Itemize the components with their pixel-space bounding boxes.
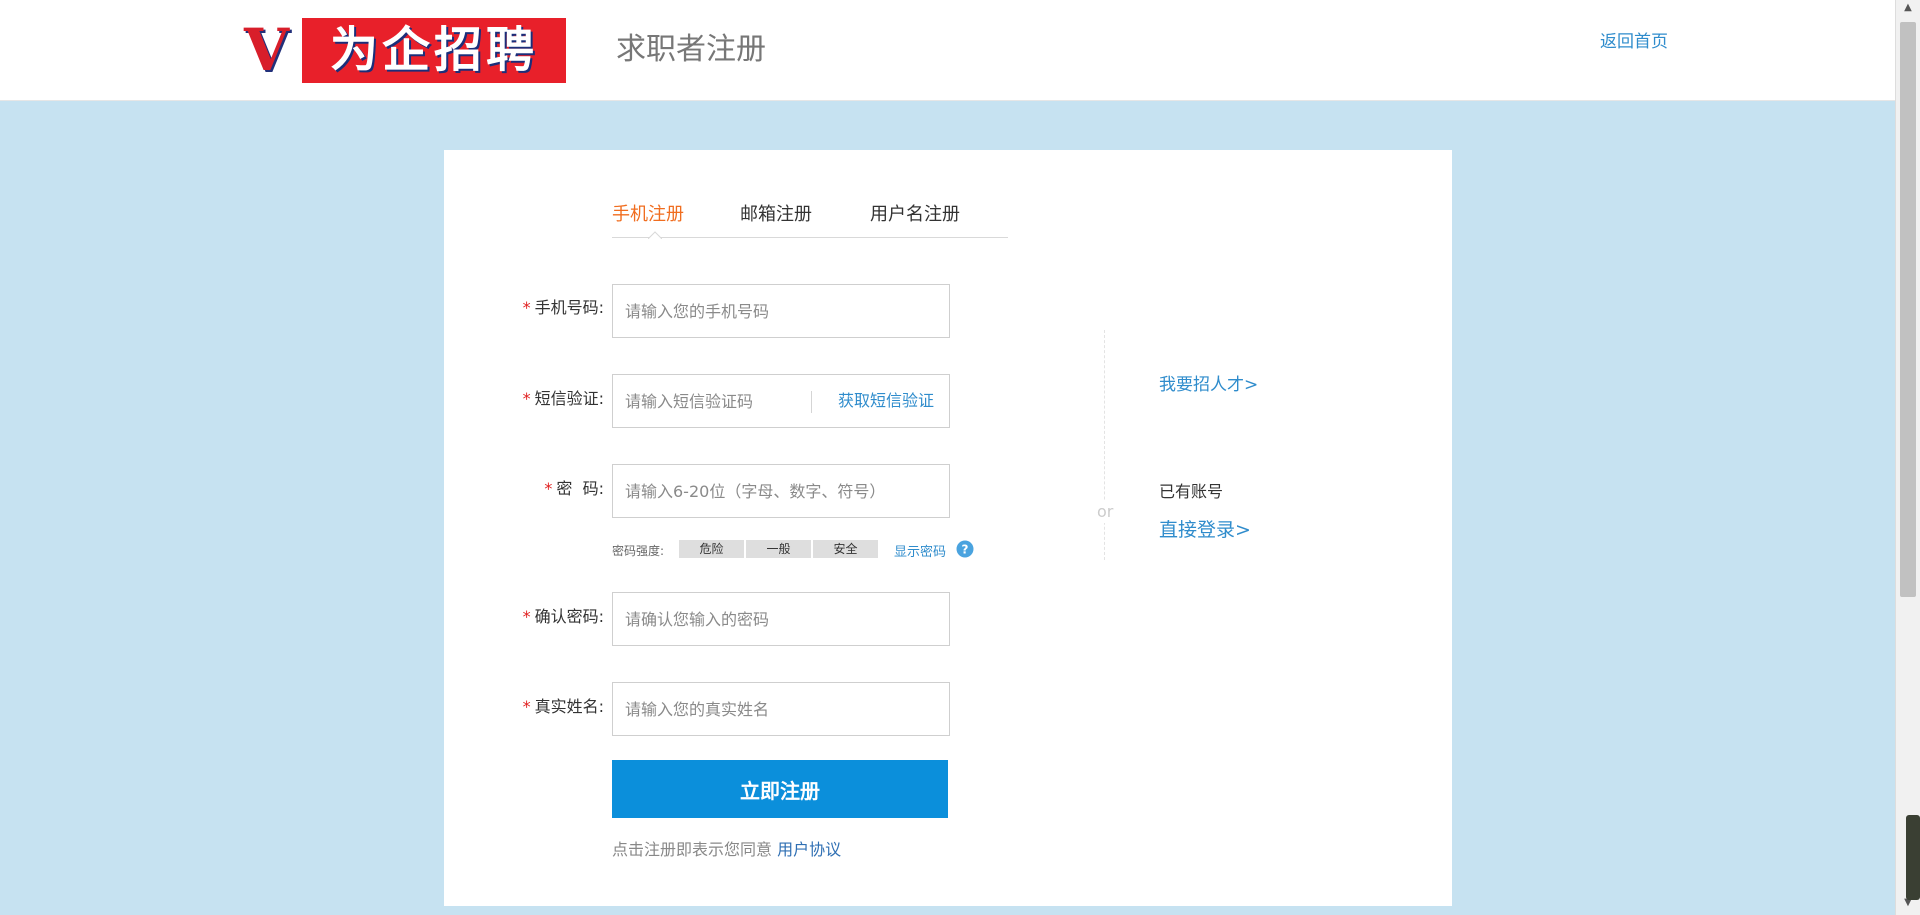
scroll-thumb[interactable] (1900, 22, 1916, 597)
floating-widget[interactable] (1906, 815, 1920, 900)
strength-label: 密码强度: (612, 544, 665, 558)
required-mark: * (544, 479, 553, 498)
or-separator: or (1095, 500, 1116, 523)
show-password-toggle[interactable]: 显示密码 (894, 541, 946, 560)
page-title: 求职者注册 (616, 32, 766, 67)
required-mark: * (522, 697, 531, 716)
logo-text[interactable]: 为企招聘 (302, 18, 566, 83)
vertical-divider (1104, 330, 1105, 560)
recruit-talent-link[interactable]: 我要招人才> (1159, 370, 1258, 395)
phone-label: * 手机号码: (522, 298, 604, 317)
back-home-link[interactable]: 返回首页 (1600, 30, 1668, 54)
sms-divider (811, 391, 812, 413)
get-sms-code-button[interactable]: 获取短信验证 (825, 375, 947, 427)
required-mark: * (522, 607, 531, 626)
register-card: 手机注册 邮箱注册 用户名注册 *手机号码: *短信验证: 获取短信验证 *密 … (444, 150, 1452, 906)
register-tabs: 手机注册 邮箱注册 用户名注册 (612, 200, 1008, 239)
scroll-up-arrow-icon[interactable]: ▲ (1896, 2, 1920, 18)
svg-text:?: ? (962, 543, 969, 557)
sms-field: 获取短信验证 (612, 374, 950, 428)
direct-login-link[interactable]: 直接登录> (1159, 515, 1251, 542)
agreement-text: 点击注册即表示您同意 用户协议 (612, 840, 842, 859)
confirm-password-input[interactable] (612, 592, 950, 646)
strength-level-strong: 安全 (813, 540, 878, 558)
register-button[interactable]: 立即注册 (612, 760, 948, 818)
required-mark: * (522, 298, 531, 317)
confirm-password-label: * 确认密码: (522, 607, 604, 626)
required-mark: * (522, 389, 531, 408)
tab-phone-register[interactable]: 手机注册 (612, 200, 684, 230)
question-icon[interactable]: ? (956, 540, 974, 558)
sms-label: * 短信验证: (522, 389, 604, 408)
password-label: * 密 码: (544, 479, 604, 498)
header: V 为企招聘 求职者注册 返回首页 (0, 0, 1895, 101)
page-scrollbar[interactable]: ▲ ▼ (1895, 0, 1920, 915)
strength-level-medium: 一般 (746, 540, 811, 558)
real-name-input[interactable] (612, 682, 950, 736)
sms-code-input[interactable] (613, 375, 813, 427)
tab-email-register[interactable]: 邮箱注册 (740, 200, 812, 230)
password-input[interactable] (612, 464, 950, 518)
tab-username-register[interactable]: 用户名注册 (870, 200, 960, 230)
has-account-text: 已有账号 (1159, 482, 1224, 501)
phone-input[interactable] (612, 284, 950, 338)
strength-level-weak: 危险 (679, 540, 744, 558)
active-tab-caret-icon (648, 231, 662, 239)
real-name-label: * 真实姓名: (522, 697, 604, 716)
user-agreement-link[interactable]: 用户协议 (777, 840, 841, 859)
logo-letter[interactable]: V (244, 18, 289, 82)
